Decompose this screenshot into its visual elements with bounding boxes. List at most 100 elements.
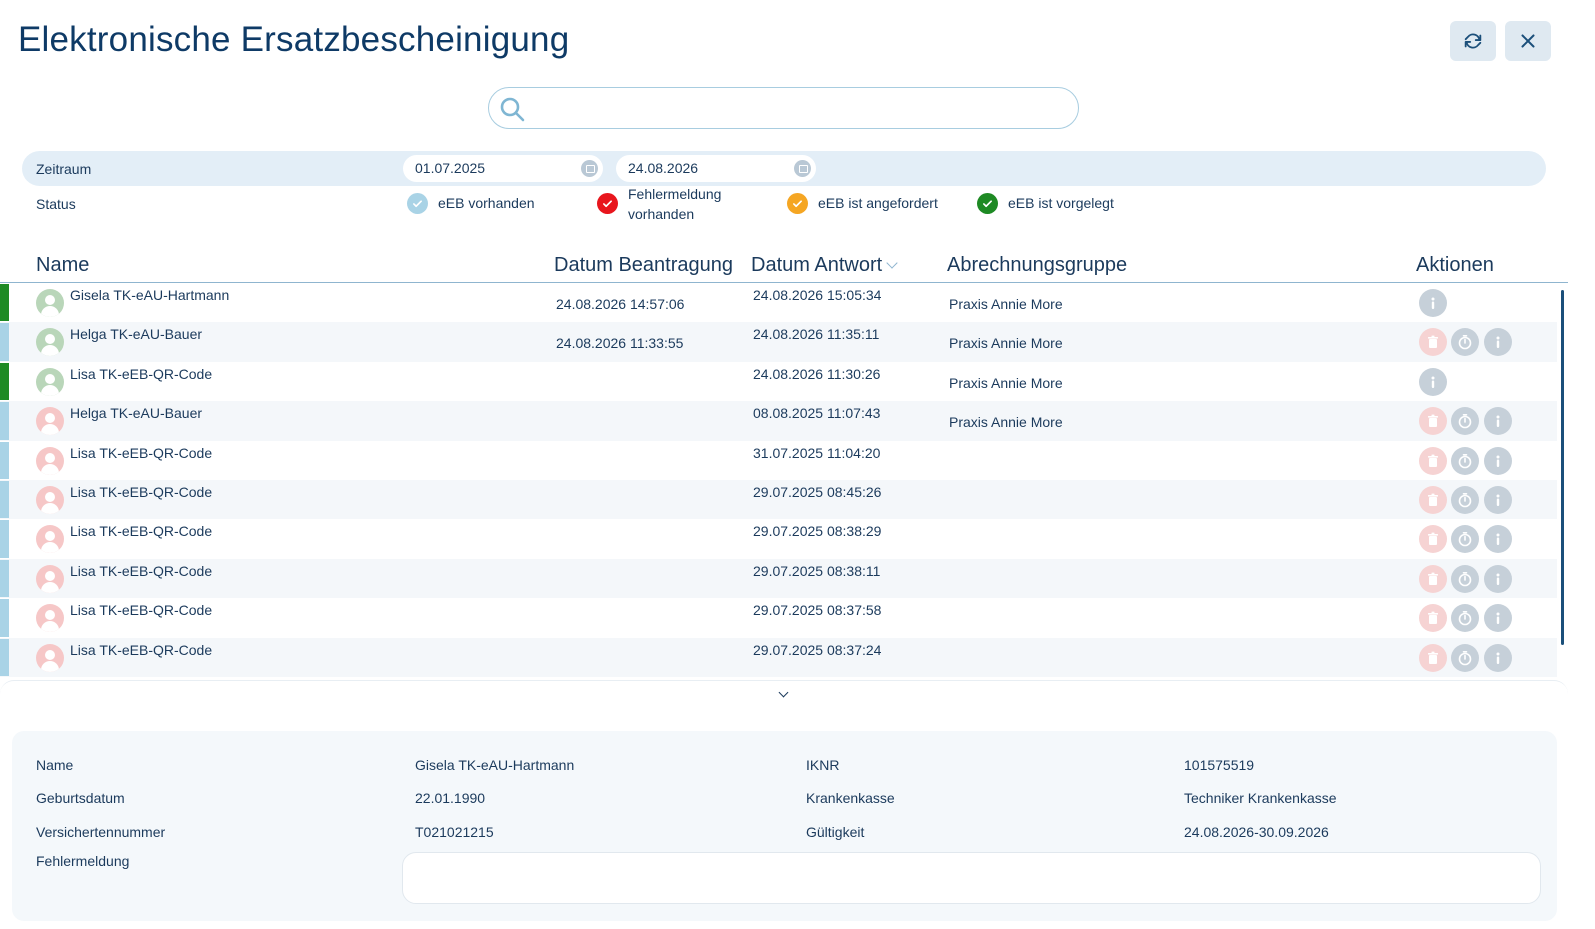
avatar-icon xyxy=(36,485,64,514)
info-button[interactable] xyxy=(1484,525,1512,554)
delete-button[interactable] xyxy=(1419,643,1447,672)
info-button[interactable] xyxy=(1419,289,1447,317)
info-button[interactable] xyxy=(1484,407,1512,436)
delete-button[interactable] xyxy=(1419,564,1447,593)
table-scrollbar[interactable] xyxy=(1561,290,1564,645)
status-indicator-bar xyxy=(0,323,9,361)
detail-iknr-value: 101575519 xyxy=(1184,757,1255,773)
refresh-button[interactable] xyxy=(1450,21,1496,61)
status-indicator-bar xyxy=(0,520,9,558)
delete-button[interactable] xyxy=(1419,485,1447,514)
avatar-icon xyxy=(36,407,64,436)
trash-icon xyxy=(1425,571,1441,587)
table-row[interactable]: Gisela TK-eAU-Hartmann 24.08.2026 14:57:0… xyxy=(0,283,1557,322)
timer-button[interactable] xyxy=(1451,604,1479,633)
search-box[interactable] xyxy=(488,87,1079,129)
timer-button[interactable] xyxy=(1451,643,1479,672)
timer-icon xyxy=(1457,610,1473,626)
status-text: eEB ist angefordert xyxy=(818,195,938,211)
detail-name-value: Gisela TK-eAU-Hartmann xyxy=(415,757,575,773)
date-from-field[interactable]: 01.07.2025 xyxy=(403,155,603,182)
zeitraum-label: Zeitraum xyxy=(36,161,92,177)
trash-icon xyxy=(1425,610,1441,626)
close-button[interactable] xyxy=(1505,21,1551,61)
timer-button[interactable] xyxy=(1451,328,1479,357)
trash-icon xyxy=(1425,413,1441,429)
column-header-datum-beantragung[interactable]: Datum Beantragung xyxy=(554,254,733,277)
avatar-icon xyxy=(36,525,64,554)
row-abrechnungsgruppe: Praxis Annie More xyxy=(949,296,1063,312)
avatar-icon xyxy=(36,564,64,593)
row-name: Lisa TK-eEB-QR-Code xyxy=(70,483,213,500)
status-indicator-bar xyxy=(0,599,9,637)
info-icon xyxy=(1490,610,1506,626)
info-button[interactable] xyxy=(1484,328,1512,357)
table-row[interactable]: Lisa TK-eEB-QR-Code 29.07.2025 08:37:24 xyxy=(0,637,1557,677)
detail-name-label: Name xyxy=(36,757,74,773)
trash-icon xyxy=(1425,531,1441,547)
info-button[interactable] xyxy=(1484,485,1512,514)
detail-versichertennummer-label: Versichertennummer xyxy=(36,824,166,840)
timer-button[interactable] xyxy=(1451,525,1479,554)
row-name: Lisa TK-eEB-QR-Code xyxy=(70,365,213,382)
table-row[interactable]: Lisa TK-eEB-QR-Code 29.07.2025 08:45:26 xyxy=(0,479,1557,520)
close-icon xyxy=(1521,34,1535,48)
check-icon xyxy=(787,193,808,214)
collapse-chevron-icon[interactable] xyxy=(776,689,792,701)
table-row[interactable]: Lisa TK-eEB-QR-Code 29.07.2025 08:38:29 xyxy=(0,519,1557,558)
column-header-abrechnungsgruppe[interactable]: Abrechnungsgruppe xyxy=(947,254,1127,277)
table-row[interactable]: Lisa TK-eEB-QR-Code 29.07.2025 08:38:11 xyxy=(0,558,1557,599)
status-eeb-vorhanden[interactable]: eEB vorhanden xyxy=(407,193,535,214)
column-header-name[interactable]: Name xyxy=(36,254,89,277)
trash-icon xyxy=(1425,650,1441,666)
date-to-field[interactable]: 24.08.2026 xyxy=(616,155,816,182)
status-indicator-bar xyxy=(0,402,9,440)
search-input[interactable] xyxy=(533,94,1063,122)
timer-button[interactable] xyxy=(1451,564,1479,593)
table-row[interactable]: Helga TK-eAU-Bauer 24.08.2026 11:33:55 24.… xyxy=(0,322,1557,362)
status-fehlermeldung[interactable]: Fehlermeldung vorhanden xyxy=(597,186,721,224)
delete-button[interactable] xyxy=(1419,328,1447,357)
status-text: eEB ist vorgelegt xyxy=(1008,195,1114,211)
table-row[interactable]: Lisa TK-eEB-QR-Code 29.07.2025 08:37:58 xyxy=(0,598,1557,637)
avatar-icon xyxy=(36,367,64,396)
timer-button[interactable] xyxy=(1451,446,1479,475)
table-row[interactable]: Lisa TK-eEB-QR-Code 24.08.2026 11:30:26 Pr… xyxy=(0,362,1557,401)
check-icon xyxy=(977,193,998,214)
column-header-datum-antwort[interactable]: Datum Antwort xyxy=(751,254,898,277)
status-eeb-vorgelegt[interactable]: eEB ist vorgelegt xyxy=(977,193,1114,214)
status-eeb-angefordert[interactable]: eEB ist angefordert xyxy=(787,193,938,214)
delete-button[interactable] xyxy=(1419,446,1447,475)
info-icon xyxy=(1490,650,1506,666)
calendar-icon[interactable] xyxy=(794,160,811,177)
row-datum-antwort: 24.08.2026 11:35:11 xyxy=(753,326,880,343)
avatar-icon xyxy=(36,289,64,317)
row-datum-antwort: 29.07.2025 08:38:29 xyxy=(753,523,882,540)
table-row[interactable]: Lisa TK-eEB-QR-Code 31.07.2025 11:04:20 xyxy=(0,441,1557,480)
info-icon xyxy=(1490,571,1506,587)
delete-button[interactable] xyxy=(1419,604,1447,633)
delete-button[interactable] xyxy=(1419,407,1447,436)
info-icon xyxy=(1490,492,1506,508)
info-button[interactable] xyxy=(1419,367,1447,396)
row-datum-antwort: 31.07.2025 11:04:20 xyxy=(753,444,881,461)
row-name: Lisa TK-eEB-QR-Code xyxy=(70,562,213,579)
row-name: Helga TK-eAU-Bauer xyxy=(70,326,203,343)
date-from-value: 01.07.2025 xyxy=(415,160,486,176)
table-row[interactable]: Helga TK-eAU-Bauer 08.08.2025 11:07:43 Pra… xyxy=(0,401,1557,441)
row-name: Lisa TK-eEB-QR-Code xyxy=(70,444,213,461)
row-datum-antwort: 29.07.2025 08:37:24 xyxy=(753,641,882,658)
detail-krankenkasse-value: Techniker Krankenkasse xyxy=(1184,790,1337,806)
timer-button[interactable] xyxy=(1451,407,1479,436)
info-button[interactable] xyxy=(1484,643,1512,672)
row-datum-beantragung: 24.08.2026 14:57:06 xyxy=(556,296,685,312)
info-button[interactable] xyxy=(1484,564,1512,593)
column-header-aktionen: Aktionen xyxy=(1416,254,1494,276)
delete-button[interactable] xyxy=(1419,525,1447,554)
info-button[interactable] xyxy=(1484,446,1512,475)
timer-button[interactable] xyxy=(1451,485,1479,514)
check-icon xyxy=(407,193,428,214)
info-button[interactable] xyxy=(1484,604,1512,633)
detail-versichertennummer-value: T021021215 xyxy=(415,824,494,840)
calendar-icon[interactable] xyxy=(581,160,598,177)
